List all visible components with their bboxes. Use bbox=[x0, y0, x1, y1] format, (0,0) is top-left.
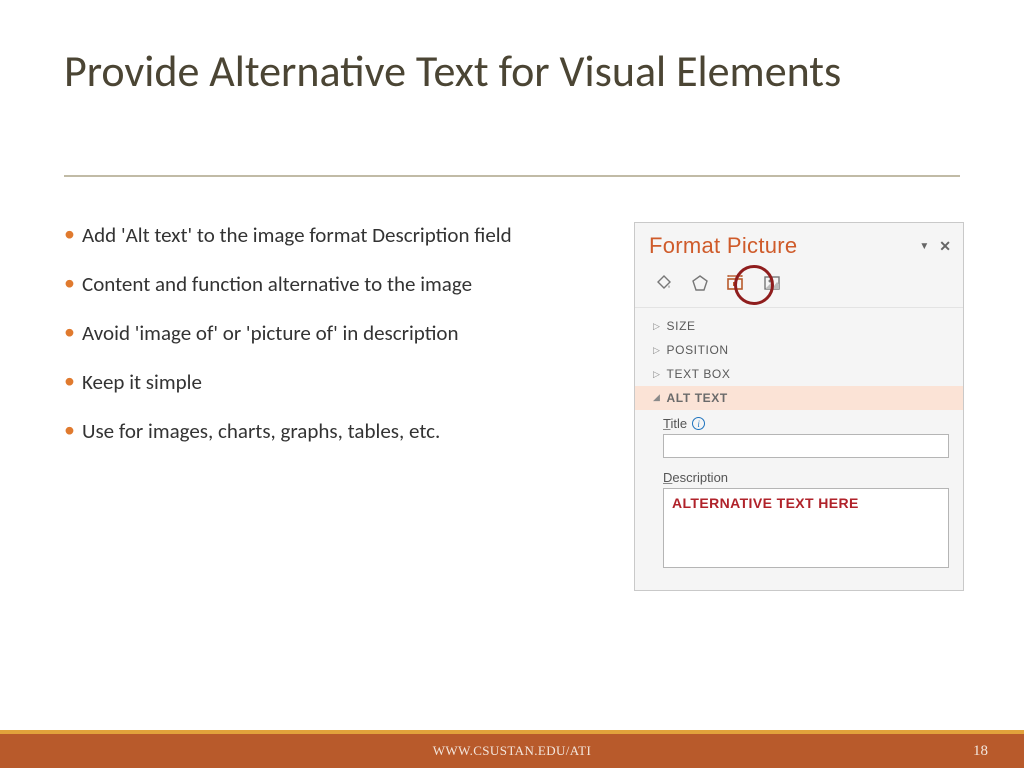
section-label: POSITION bbox=[667, 343, 729, 357]
triangle-right-icon: ▷ bbox=[653, 369, 661, 380]
dropdown-icon[interactable]: ▼ bbox=[919, 241, 929, 252]
bullet-item: Use for images, charts, graphs, tables, … bbox=[64, 418, 574, 445]
alttext-body: TTitleitle i Description ALTERNATIVE TEX… bbox=[635, 410, 963, 578]
panel-title: Format Picture bbox=[649, 233, 797, 259]
bullet-item: Keep it simple bbox=[64, 369, 574, 396]
info-icon[interactable]: i bbox=[692, 417, 705, 430]
title-label: TTitleitle i bbox=[663, 416, 949, 431]
bullet-list: Add 'Alt text' to the image format Descr… bbox=[64, 222, 574, 591]
slide: Provide Alternative Text for Visual Elem… bbox=[0, 0, 1024, 768]
panel-tabs bbox=[635, 265, 963, 308]
section-position[interactable]: ▷ POSITION bbox=[635, 338, 963, 362]
title-input[interactable] bbox=[663, 434, 949, 458]
effects-tab-icon[interactable] bbox=[685, 269, 715, 297]
footer-bar: WWW.CSUSTAN.EDU/ATI 18 bbox=[0, 734, 1024, 768]
section-label: TEXT BOX bbox=[667, 367, 731, 381]
section-label: ALT TEXT bbox=[667, 391, 728, 405]
picture-tab-icon[interactable] bbox=[757, 269, 787, 297]
panel-header: Format Picture ▼ ✕ bbox=[635, 223, 963, 265]
section-size[interactable]: ▷ SIZE bbox=[635, 314, 963, 338]
description-label: Description bbox=[663, 470, 949, 485]
title-block: Provide Alternative Text for Visual Elem… bbox=[64, 46, 960, 98]
close-icon[interactable]: ✕ bbox=[939, 238, 951, 255]
section-alttext[interactable]: ◢ ALT TEXT bbox=[635, 386, 963, 410]
bullet-item: Content and function alternative to the … bbox=[64, 271, 574, 298]
section-label: SIZE bbox=[667, 319, 696, 333]
section-textbox[interactable]: ▷ TEXT BOX bbox=[635, 362, 963, 386]
triangle-right-icon: ▷ bbox=[653, 321, 661, 332]
panel-sections: ▷ SIZE ▷ POSITION ▷ TEXT BOX ◢ ALT TEXT TTit… bbox=[635, 308, 963, 590]
title-underline bbox=[64, 175, 960, 177]
bullet-item: Add 'Alt text' to the image format Descr… bbox=[64, 222, 574, 249]
triangle-down-icon: ◢ bbox=[653, 392, 661, 403]
footer-url: WWW.CSUSTAN.EDU/ATI bbox=[0, 734, 1024, 768]
format-picture-panel: Format Picture ▼ ✕ bbox=[634, 222, 964, 591]
format-picture-screenshot: Format Picture ▼ ✕ bbox=[602, 222, 964, 591]
description-input[interactable]: ALTERNATIVE TEXT HERE bbox=[663, 488, 949, 568]
page-number: 18 bbox=[973, 734, 988, 768]
bullet-item: Avoid 'image of' or 'picture of' in desc… bbox=[64, 320, 574, 347]
panel-controls: ▼ ✕ bbox=[919, 238, 951, 255]
triangle-right-icon: ▷ bbox=[653, 345, 661, 356]
slide-title: Provide Alternative Text for Visual Elem… bbox=[64, 46, 960, 98]
size-tab-icon[interactable] bbox=[721, 269, 751, 297]
body-row: Add 'Alt text' to the image format Descr… bbox=[64, 222, 964, 591]
fill-tab-icon[interactable] bbox=[649, 269, 679, 297]
